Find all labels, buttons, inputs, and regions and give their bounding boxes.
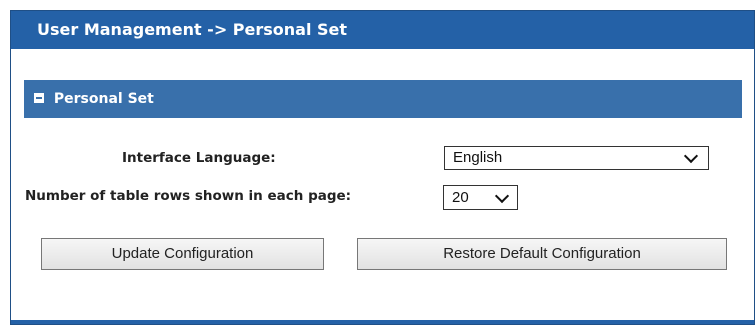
interface-language-value: English bbox=[453, 149, 503, 166]
rows-per-page-select[interactable]: 20 bbox=[443, 185, 518, 210]
rows-per-page-label: Number of table rows shown in each page: bbox=[25, 188, 352, 204]
collapse-icon[interactable] bbox=[34, 93, 44, 103]
chevron-down-icon bbox=[683, 148, 699, 164]
interface-language-label: Interface Language: bbox=[122, 150, 276, 166]
page-title-bar: User Management -> Personal Set bbox=[11, 11, 754, 49]
chevron-down-icon bbox=[494, 188, 510, 203]
personal-set-section-header[interactable]: Personal Set bbox=[24, 80, 742, 118]
personal-set-panel: User Management -> Personal Set Personal… bbox=[10, 10, 755, 325]
restore-default-configuration-button[interactable]: Restore Default Configuration bbox=[357, 238, 727, 270]
bottom-divider bbox=[11, 320, 754, 324]
update-configuration-button[interactable]: Update Configuration bbox=[41, 238, 324, 270]
interface-language-select[interactable]: English bbox=[444, 146, 709, 170]
section-title: Personal Set bbox=[53, 91, 154, 107]
rows-per-page-value: 20 bbox=[452, 189, 469, 206]
page-title: User Management -> Personal Set bbox=[37, 20, 348, 39]
